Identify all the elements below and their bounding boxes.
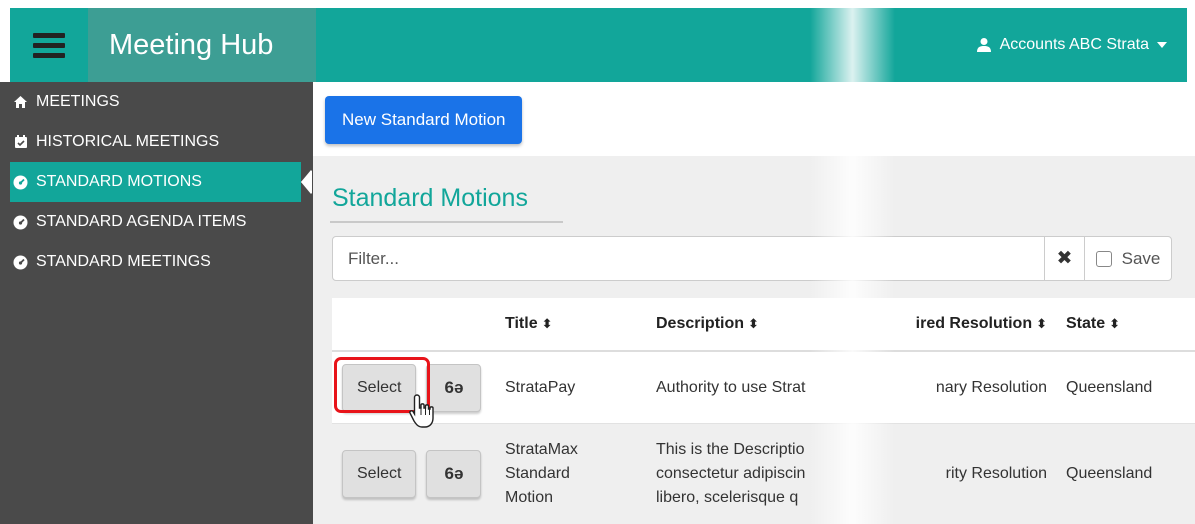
row-resolution: rity Resolution [945,465,1047,482]
save-label: Save [1121,248,1161,268]
toolbar: New Standard Motion [313,82,1195,156]
app-brand: Meeting Hub [88,8,316,82]
top-header: Meeting Hub Accounts ABC Strata [10,8,1187,82]
close-icon: ✖ [1056,248,1073,269]
sidebar-item-standard-motions[interactable]: STANDARD MOTIONS [10,162,312,202]
sidebar-item-label: HISTORICAL MEETINGS [36,133,220,150]
view-button[interactable]: 6ə [426,450,482,498]
sidebar-item-standard-agenda-items[interactable]: STANDARD AGENDA ITEMS [0,202,313,242]
sidebar-item-label: STANDARD MOTIONS [36,173,202,190]
sidebar-item-label: MEETINGS [36,93,120,110]
account-menu[interactable]: Accounts ABC Strata [976,8,1167,82]
row-state: Queensland [1066,465,1153,482]
motions-table: Title ⬍ Description ⬍ ired Resolution ⬍ Sta… [332,298,1195,524]
table-header: Title ⬍ Description ⬍ ired Resolution ⬍ Sta… [332,298,1195,352]
gauge-icon [13,255,28,270]
caret-down-icon [1157,42,1167,48]
new-standard-motion-button[interactable]: New Standard Motion [325,96,523,144]
sort-icon: ⬍ [1109,316,1121,331]
row-actions: Select 6ə [332,450,497,498]
home-icon [13,95,28,110]
clear-filter-button[interactable]: ✖ [1044,237,1084,280]
row-resolution: nary Resolution [935,378,1047,396]
row-description: This is the Descriptio consectetur adipi… [656,441,806,506]
row-title: StrataMax Standard Motion [505,441,578,506]
row-title: StrataPay [505,378,576,396]
sidebar-item-standard-meetings[interactable]: STANDARD MEETINGS [0,242,313,282]
glasses-icon: 6ə [444,464,464,483]
sidebar-item-label: STANDARD AGENDA ITEMS [36,213,247,230]
row-state: Queensland [1066,378,1153,396]
column-header-resolution[interactable]: ired Resolution ⬍ [848,315,1051,333]
save-filter-toggle[interactable]: Save [1084,237,1171,280]
sort-icon: ⬍ [1036,316,1047,331]
gauge-icon [13,215,28,230]
table-row: Select 6ə StrataMax Standard Motion This… [332,424,1195,524]
title-underline [330,221,563,223]
sidebar-item-label: STANDARD MEETINGS [36,253,211,270]
main-content: New Standard Motion Standard Motions ✖ S… [313,82,1195,524]
select-button[interactable]: Select [342,450,417,498]
page-title: Standard Motions [332,184,528,212]
glasses-icon: 6ə [444,377,464,397]
sort-icon: ⬍ [541,316,553,331]
sidebar: MEETINGS HISTORICAL MEETINGS STANDARD MO… [0,82,313,524]
select-button[interactable]: Select [342,363,417,412]
sort-icon: ⬍ [748,316,759,331]
table-row: Select 6ə StrataPay Authority to use Str… [332,352,1195,424]
menu-toggle-button[interactable] [10,8,88,82]
column-header-title[interactable]: Title ⬍ [497,315,651,333]
hamburger-icon [33,28,65,63]
calendar-icon [13,135,28,150]
filter-input[interactable] [333,237,1044,280]
column-header-description[interactable]: Description ⬍ [651,315,848,333]
hand-cursor-icon [409,394,434,428]
user-icon [976,38,991,52]
filter-bar: ✖ Save [332,236,1172,281]
save-checkbox[interactable] [1095,250,1112,267]
row-description: Authority to use Strat [656,378,806,396]
column-header-state[interactable]: State ⬍ [1051,315,1181,333]
account-label: Accounts ABC Strata [999,36,1149,53]
gauge-icon [13,175,28,190]
sidebar-item-meetings[interactable]: MEETINGS [0,82,313,122]
sidebar-item-historical-meetings[interactable]: HISTORICAL MEETINGS [0,122,313,162]
